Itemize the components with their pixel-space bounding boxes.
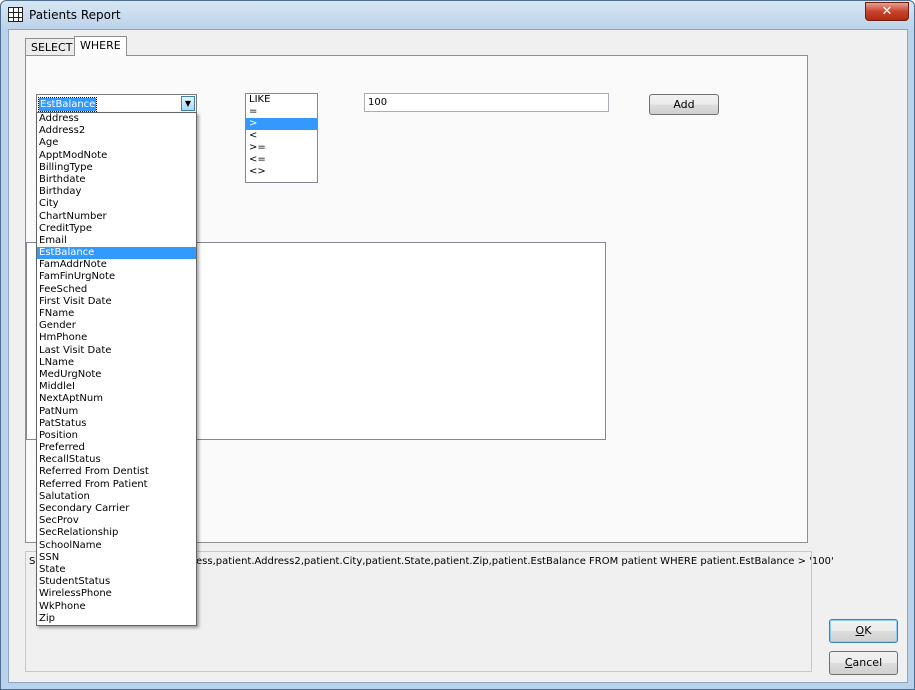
field-option[interactable]: FamAddrNote: [37, 259, 196, 271]
field-option[interactable]: Email: [37, 235, 196, 247]
field-option[interactable]: WirelessPhone: [37, 588, 196, 600]
field-option[interactable]: PatNum: [37, 406, 196, 418]
field-option[interactable]: CreditType: [37, 223, 196, 235]
operator-option[interactable]: <>: [246, 166, 317, 178]
close-button[interactable]: ✕: [865, 2, 909, 21]
field-option[interactable]: Last Visit Date: [37, 345, 196, 357]
field-option[interactable]: ApptModNote: [37, 150, 196, 162]
operator-option[interactable]: <=: [246, 154, 317, 166]
window-title: Patients Report: [29, 8, 121, 22]
field-option[interactable]: Referred From Dentist: [37, 466, 196, 478]
field-option[interactable]: Address: [37, 113, 196, 125]
field-option[interactable]: State: [37, 564, 196, 576]
field-option[interactable]: Age: [37, 137, 196, 149]
field-option[interactable]: First Visit Date: [37, 296, 196, 308]
field-option[interactable]: WkPhone: [37, 601, 196, 613]
field-option[interactable]: RecallStatus: [37, 454, 196, 466]
field-option[interactable]: MedUrgNote: [37, 369, 196, 381]
field-option[interactable]: EstBalance: [37, 247, 196, 260]
cancel-mnemonic: C: [844, 656, 853, 669]
field-option[interactable]: City: [37, 198, 196, 210]
tab-where[interactable]: WHERE: [74, 36, 127, 56]
operator-option[interactable]: LIKE: [246, 94, 317, 106]
field-option[interactable]: Birthdate: [37, 174, 196, 186]
field-option[interactable]: Salutation: [37, 491, 196, 503]
tab-select[interactable]: SELECT: [25, 38, 79, 55]
cancel-button[interactable]: Cancel: [829, 651, 898, 675]
field-option[interactable]: MiddleI: [37, 381, 196, 393]
sql-text-start: S: [29, 556, 36, 567]
cancel-label: ancel: [852, 656, 883, 669]
field-option[interactable]: Position: [37, 430, 196, 442]
field-option[interactable]: BillingType: [37, 162, 196, 174]
field-option[interactable]: ChartNumber: [37, 211, 196, 223]
operator-option[interactable]: >=: [246, 142, 317, 154]
field-option[interactable]: SecProv: [37, 515, 196, 527]
field-option[interactable]: PatStatus: [37, 418, 196, 430]
grid-icon: [8, 7, 23, 22]
value-input[interactable]: 100: [364, 93, 609, 112]
field-option[interactable]: Zip: [37, 613, 196, 625]
ok-mnemonic: O: [855, 624, 865, 637]
field-dropdown-list[interactable]: Address Address2 Age ApptModNote BillingType…: [36, 112, 197, 626]
sql-text: ess,patient.Address2,patient.City,patien…: [196, 556, 834, 567]
title-bar[interactable]: Patients Report ✕: [1, 1, 914, 29]
field-option[interactable]: NextAptNum: [37, 393, 196, 405]
field-option[interactable]: SchoolName: [37, 540, 196, 552]
field-combobox[interactable]: EstBalance ▼: [36, 94, 197, 113]
dialog-client-area: SELECT WHERE EstBalance ▼ LIKE = > < >= <= <> …: [8, 29, 908, 683]
field-option[interactable]: SecRelationship: [37, 527, 196, 539]
field-option[interactable]: FName: [37, 308, 196, 320]
field-option[interactable]: Birthday: [37, 186, 196, 198]
field-option[interactable]: LName: [37, 357, 196, 369]
field-option[interactable]: StudentStatus: [37, 576, 196, 588]
field-option[interactable]: SSN: [37, 552, 196, 564]
ok-button[interactable]: OK: [829, 619, 898, 643]
field-option[interactable]: HmPhone: [37, 332, 196, 344]
field-option[interactable]: FeeSched: [37, 284, 196, 296]
field-option[interactable]: Gender: [37, 320, 196, 332]
operator-listbox[interactable]: LIKE = > < >= <= <>: [245, 93, 318, 183]
field-option[interactable]: Preferred: [37, 442, 196, 454]
add-button[interactable]: Add: [649, 94, 719, 115]
ok-label: K: [864, 624, 872, 637]
operator-option[interactable]: <: [246, 130, 317, 142]
operator-option[interactable]: >: [246, 118, 317, 130]
operator-option[interactable]: =: [246, 106, 317, 118]
chevron-down-icon[interactable]: ▼: [181, 96, 195, 111]
patients-report-window: Patients Report ✕ SELECT WHERE EstBalanc…: [0, 0, 915, 690]
field-option[interactable]: Secondary Carrier: [37, 503, 196, 515]
field-option[interactable]: Address2: [37, 125, 196, 137]
field-combobox-value: EstBalance: [37, 97, 98, 112]
field-option[interactable]: Referred From Patient: [37, 479, 196, 491]
field-option[interactable]: FamFinUrgNote: [37, 271, 196, 283]
